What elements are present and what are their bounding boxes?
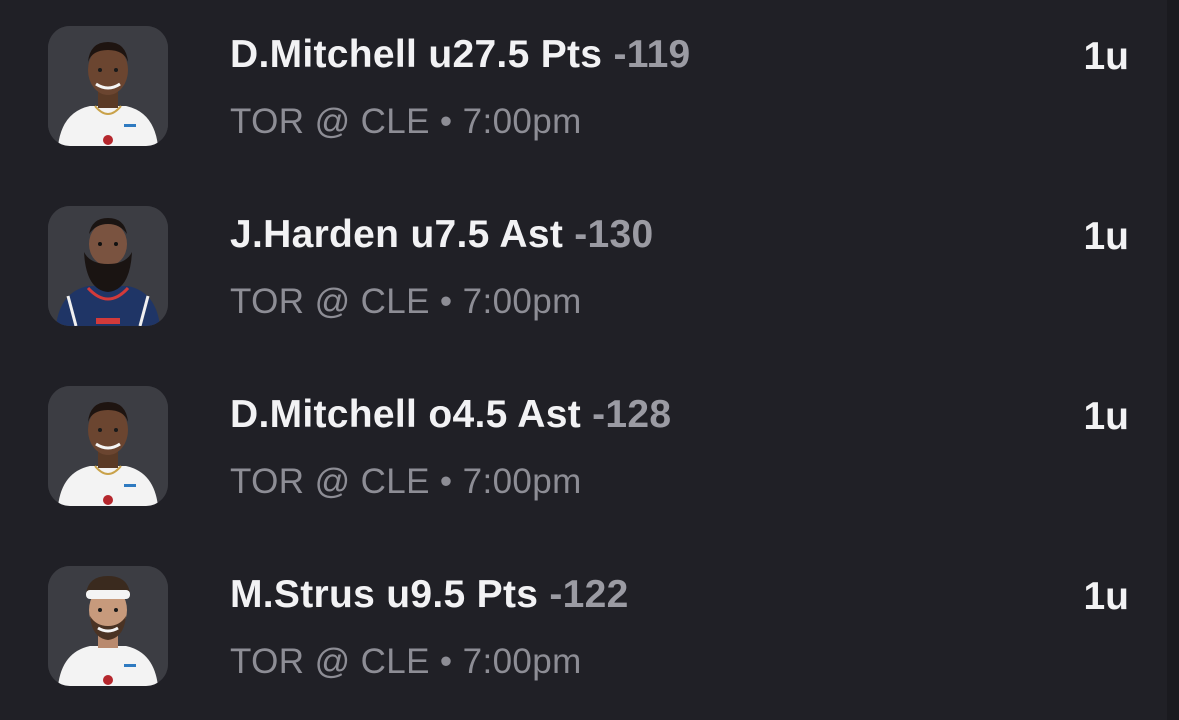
game-info: TOR @ CLE • 7:00pm xyxy=(230,642,582,682)
player-name: D.Mitchell xyxy=(230,33,418,76)
bet-line: o4.5 Ast xyxy=(428,393,581,436)
bet-line: u9.5 Pts xyxy=(386,573,539,616)
separator-dot: • xyxy=(439,642,453,681)
bet-odds: -119 xyxy=(613,33,691,76)
game-time: 7:00pm xyxy=(462,282,582,321)
bet-odds: -122 xyxy=(549,573,629,616)
bet-title: D.Mitchell o4.5 Ast -128 xyxy=(230,393,671,437)
units-badge: 1u xyxy=(1083,575,1129,618)
separator-dot: • xyxy=(439,102,453,141)
matchup: TOR @ CLE xyxy=(230,102,430,141)
bet-line: u7.5 Ast xyxy=(410,213,564,256)
player-name: M.Strus xyxy=(230,573,376,616)
player-headshot-icon xyxy=(48,386,168,506)
game-time: 7:00pm xyxy=(462,642,582,681)
units-badge: 1u xyxy=(1083,215,1129,258)
player-headshot-icon xyxy=(48,566,168,686)
bet-list: D.Mitchell u27.5 Pts -119 TOR @ CLE • 7:00… xyxy=(0,0,1179,720)
game-info: TOR @ CLE • 7:00pm xyxy=(230,102,582,142)
bet-row[interactable]: M.Strus u9.5 Pts -122 TOR @ CLE • 7:00pm 1… xyxy=(0,540,1167,720)
bet-row[interactable]: D.Mitchell o4.5 Ast -128 TOR @ CLE • 7:00p… xyxy=(0,360,1167,540)
game-time: 7:00pm xyxy=(462,102,582,141)
bet-odds: -130 xyxy=(574,213,654,256)
separator-dot: • xyxy=(439,462,453,501)
player-name: D.Mitchell xyxy=(230,393,418,436)
units-badge: 1u xyxy=(1083,395,1129,438)
bet-odds: -128 xyxy=(592,393,672,436)
scroll-edge xyxy=(1167,0,1179,720)
bet-row[interactable]: J.Harden u7.5 Ast -130 TOR @ CLE • 7:00pm … xyxy=(0,180,1167,360)
bet-title: J.Harden u7.5 Ast -130 xyxy=(230,213,654,257)
player-headshot-icon xyxy=(48,26,168,146)
player-name: J.Harden xyxy=(230,213,400,256)
bet-row[interactable]: D.Mitchell u27.5 Pts -119 TOR @ CLE • 7:00… xyxy=(0,0,1167,180)
matchup: TOR @ CLE xyxy=(230,462,430,501)
game-info: TOR @ CLE • 7:00pm xyxy=(230,462,582,502)
bet-line: u27.5 Pts xyxy=(428,33,603,76)
matchup: TOR @ CLE xyxy=(230,282,430,321)
matchup: TOR @ CLE xyxy=(230,642,430,681)
game-time: 7:00pm xyxy=(462,462,582,501)
player-headshot-icon xyxy=(48,206,168,326)
separator-dot: • xyxy=(439,282,453,321)
bet-title: M.Strus u9.5 Pts -122 xyxy=(230,573,629,617)
units-badge: 1u xyxy=(1083,35,1129,78)
bet-title: D.Mitchell u27.5 Pts -119 xyxy=(230,33,691,77)
game-info: TOR @ CLE • 7:00pm xyxy=(230,282,582,322)
